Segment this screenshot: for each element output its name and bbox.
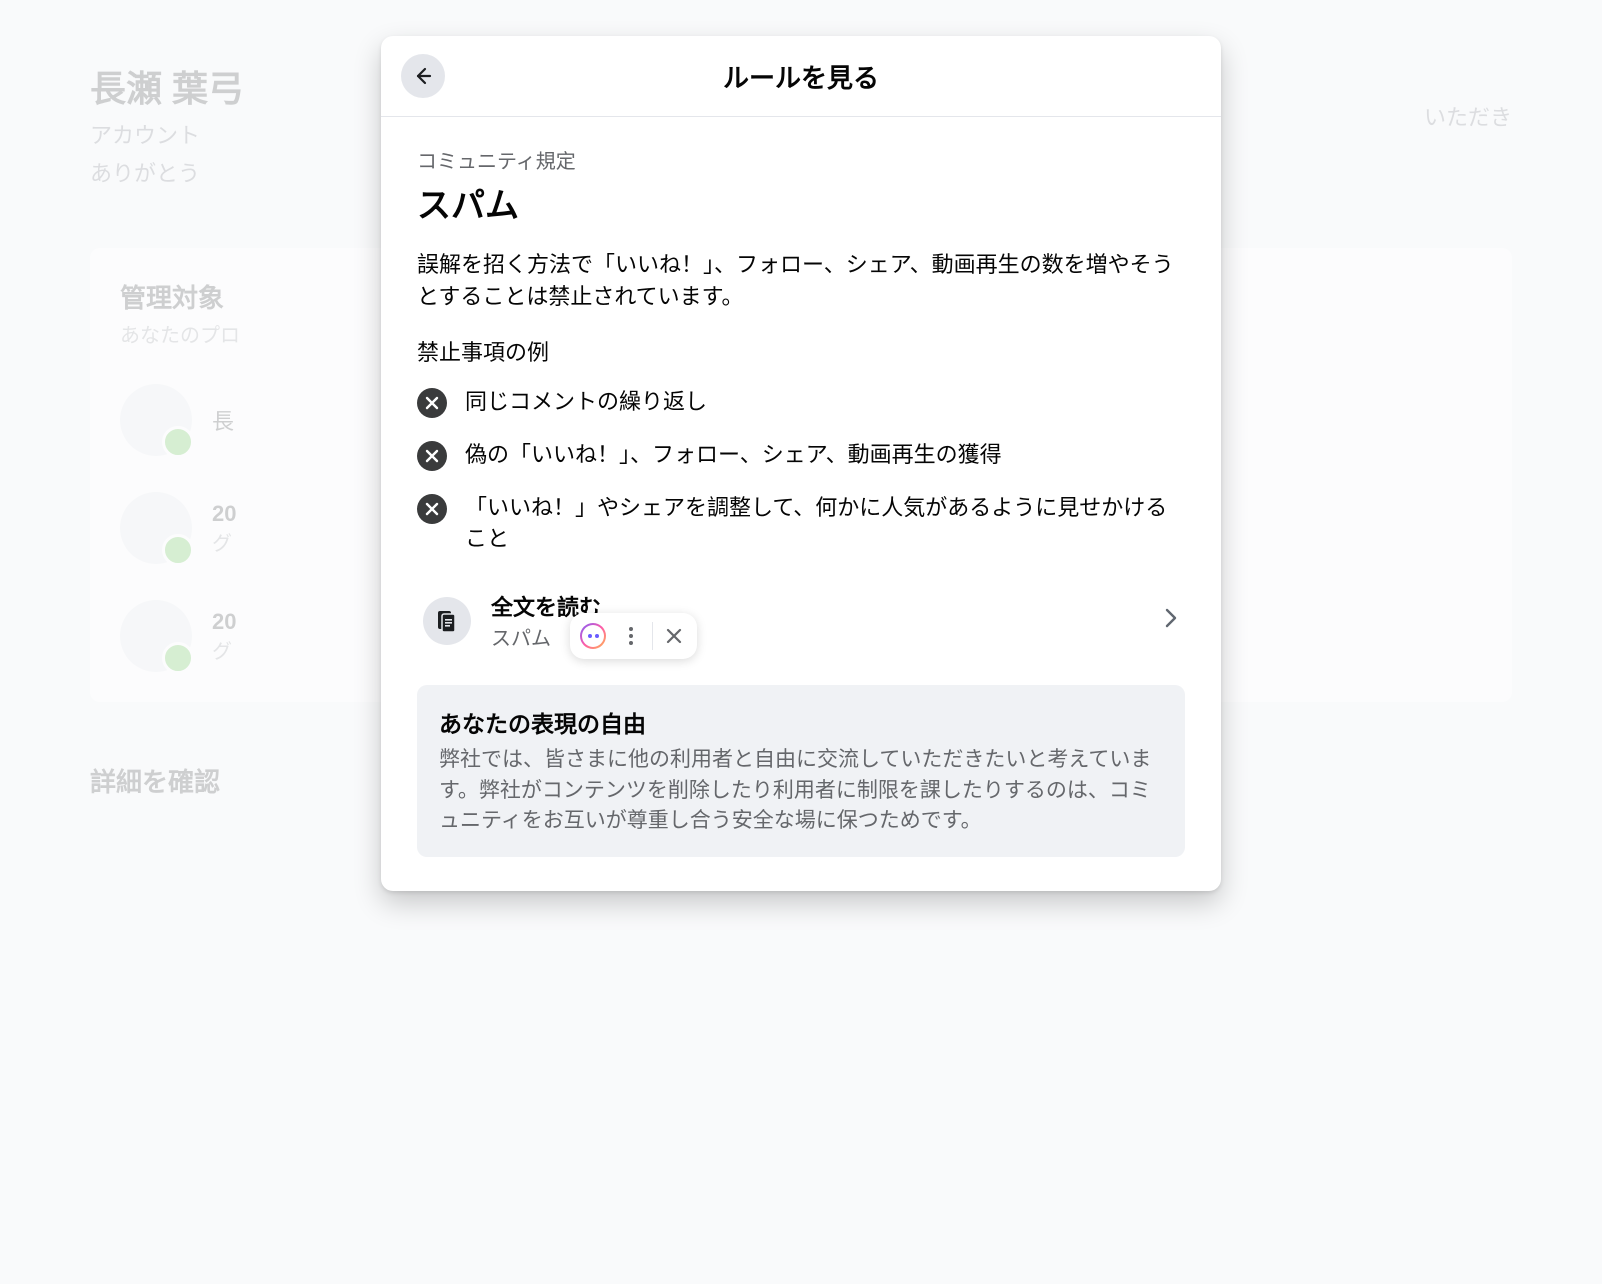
modal-title: ルールを見る	[381, 58, 1221, 95]
x-icon	[417, 388, 447, 418]
rules-modal: ルールを見る コミュニティ規定 スパム 誤解を招く方法で「いいね！」、フォロー、…	[381, 36, 1221, 891]
rule-item: 「いいね！」やシェアを調整して、何かに人気があるように見せかけること	[417, 493, 1185, 555]
main-heading: スパム	[417, 178, 1185, 227]
section-label: コミュニティ規定	[417, 145, 1185, 174]
footer-title: あなたの表現の自由	[439, 705, 1163, 739]
document-icon	[423, 597, 471, 645]
rule-text: 同じコメントの繰り返し	[465, 387, 707, 418]
toolbar-divider	[652, 622, 653, 650]
read-full-link[interactable]: 全文を読む スパム	[417, 576, 1185, 665]
x-icon	[417, 494, 447, 524]
arrow-left-icon	[413, 66, 433, 86]
x-icon	[417, 441, 447, 471]
floating-toolbar	[570, 613, 697, 659]
close-icon	[666, 628, 682, 644]
chevron-right-icon	[1163, 606, 1179, 635]
modal-header: ルールを見る	[381, 36, 1221, 117]
rule-item: 偽の「いいね！」、フォロー、シェア、動画再生の獲得	[417, 440, 1185, 471]
assistant-logo-icon	[580, 623, 606, 649]
rule-text: 偽の「いいね！」、フォロー、シェア、動画再生の獲得	[465, 440, 1002, 471]
modal-body: コミュニティ規定 スパム 誤解を招く方法で「いいね！」、フォロー、シェア、動画再…	[381, 117, 1221, 891]
list-heading: 禁止事項の例	[417, 335, 1185, 367]
more-vertical-icon	[629, 627, 633, 645]
rule-text: 「いいね！」やシェアを調整して、何かに人気があるように見せかけること	[465, 493, 1185, 555]
rule-item: 同じコメントの繰り返し	[417, 387, 1185, 418]
back-button[interactable]	[401, 54, 445, 98]
footer-info-box: あなたの表現の自由 弊社では、皆さまに他の利用者と自由に交流していただきたいと考…	[417, 685, 1185, 856]
footer-body: 弊社では、皆さまに他の利用者と自由に交流していただきたいと考えています。弊社がコ…	[439, 745, 1163, 836]
toolbar-logo-button[interactable]	[574, 617, 612, 655]
toolbar-close-button[interactable]	[655, 617, 693, 655]
description-text: 誤解を招く方法で「いいね！」、フォロー、シェア、動画再生の数を増やそうとすること…	[417, 249, 1185, 313]
toolbar-more-button[interactable]	[612, 617, 650, 655]
